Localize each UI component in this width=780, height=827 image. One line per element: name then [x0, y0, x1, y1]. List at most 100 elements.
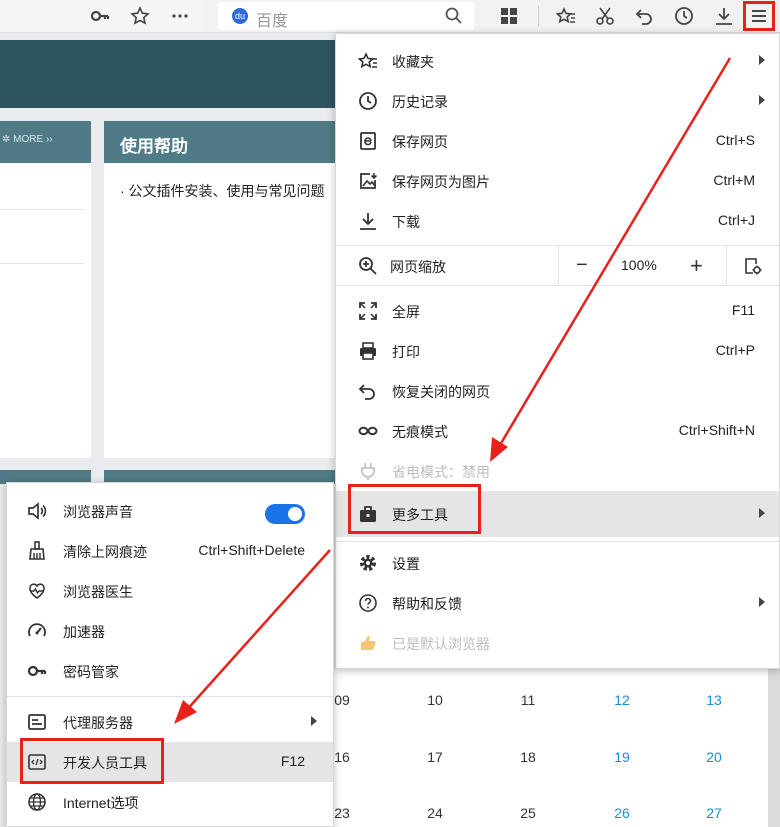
calendar-day[interactable]: 25	[508, 805, 548, 821]
undo-icon[interactable]	[633, 4, 657, 28]
calendar-day[interactable]: 13	[694, 692, 734, 708]
submenu-item-label: 浏览器医生	[63, 584, 133, 600]
calendar-day[interactable]: 10	[415, 692, 455, 708]
sound-toggle[interactable]	[265, 504, 305, 524]
help-panel-header: 使用帮助	[104, 121, 340, 163]
key-icon[interactable]	[88, 4, 112, 28]
shortcut-label: F12	[280, 753, 305, 769]
menu-item-label: 帮助和反馈	[392, 596, 462, 612]
menu-item-zoom: 网页缩放 − 100% +	[336, 246, 779, 286]
menu-item-label: 设置	[392, 556, 420, 572]
shortcut-label: Ctrl+M	[713, 172, 755, 188]
calendar-day[interactable]: 18	[508, 749, 548, 765]
submenu-item-proxy-server[interactable]: 代理服务器	[7, 702, 333, 742]
submenu-item-label: 浏览器声音	[63, 504, 133, 520]
scissors-icon[interactable]	[593, 4, 617, 28]
zoom-out-button[interactable]: −	[576, 254, 588, 277]
history-icon[interactable]	[672, 4, 696, 28]
undo-icon	[358, 381, 378, 401]
calendar-day[interactable]: 12	[602, 692, 642, 708]
menu-item-history[interactable]: 历史记录	[336, 81, 779, 121]
chevron-right-icon	[759, 95, 765, 105]
submenu-item-label: 密码管家	[63, 664, 119, 680]
globe-icon	[27, 792, 47, 812]
menu-item-label: 无痕模式	[392, 424, 448, 440]
menu-item-label: 网页缩放	[390, 259, 446, 275]
help-panel-body: · 公文插件安装、使用与常见问题	[104, 163, 340, 458]
menu-item-label: 保存网页为图片	[392, 174, 490, 190]
chevron-right-icon	[311, 716, 317, 726]
chevron-right-icon	[759, 597, 765, 607]
speaker-icon	[27, 501, 47, 521]
menu-item-label: 已是默认浏览器	[392, 636, 490, 652]
highlight-dev-tools	[20, 738, 164, 784]
search-icon[interactable]	[444, 6, 464, 29]
submenu-item-browser-doctor[interactable]: 浏览器医生	[7, 571, 333, 611]
submenu-item-password-manager[interactable]: 密码管家	[7, 651, 333, 691]
menu-item-restore-closed[interactable]: 恢复关闭的网页	[336, 371, 779, 411]
zoom-icon	[358, 256, 378, 276]
submenu-item-internet-options[interactable]: Internet选项	[7, 782, 333, 822]
page-banner	[0, 40, 340, 108]
menu-item-label: 保存网页	[392, 134, 448, 150]
chevron-right-icon	[759, 508, 765, 518]
toolbar-divider	[538, 6, 539, 26]
calendar-day[interactable]: 24	[415, 805, 455, 821]
menu-item-incognito[interactable]: 无痕模式 Ctrl+Shift+N	[336, 411, 779, 451]
menu-divider	[7, 696, 333, 697]
shortcut-label: Ctrl+S	[715, 132, 755, 148]
main-menu: 收藏夹 历史记录 保存网页 Ctrl+S 保存网页为图片 Ctrl+M 下载 C…	[335, 33, 780, 669]
menu-item-favorites[interactable]: 收藏夹	[336, 41, 779, 81]
menu-item-fullscreen[interactable]: 全屏 F11	[336, 291, 779, 331]
menu-item-default-browser: 已是默认浏览器	[336, 623, 779, 663]
menu-item-label: 全屏	[392, 304, 420, 320]
menu-item-label: 省电模式：禁用	[392, 464, 490, 480]
menu-item-settings[interactable]: 设置	[336, 543, 779, 583]
news-panel-body	[0, 163, 91, 458]
calendar-day[interactable]: 20	[694, 749, 734, 765]
grid-icon[interactable]	[497, 4, 521, 28]
shortcut-label: Ctrl+J	[718, 212, 755, 228]
calendar-day[interactable]: 11	[508, 692, 548, 708]
submenu-item-label: 代理服务器	[63, 715, 133, 731]
more-icon[interactable]	[168, 4, 192, 28]
menu-item-print[interactable]: 打印 Ctrl+P	[336, 331, 779, 371]
submenu-item-label: Internet选项	[63, 795, 139, 811]
menu-divider	[336, 541, 779, 542]
zoom-in-button[interactable]: +	[690, 253, 703, 279]
save-image-icon	[358, 171, 378, 191]
heart-pulse-icon	[27, 581, 47, 601]
menu-item-save-as-image[interactable]: 保存网页为图片 Ctrl+M	[336, 161, 779, 201]
download-icon[interactable]	[712, 4, 736, 28]
help-item-link[interactable]: · 公文插件安装、使用与常见问题	[120, 181, 325, 201]
shortcut-label: F11	[731, 302, 755, 318]
chevron-right-icon	[759, 55, 765, 65]
calendar-day[interactable]: 19	[602, 749, 642, 765]
page-scrollbar[interactable]	[768, 669, 780, 827]
calendar-day[interactable]: 27	[694, 805, 734, 821]
menu-item-help-feedback[interactable]: 帮助和反馈	[336, 583, 779, 623]
star-icon[interactable]	[128, 4, 152, 28]
incognito-icon	[358, 421, 378, 441]
menu-divider	[336, 285, 779, 286]
calendar-day[interactable]: 26	[602, 805, 642, 821]
menu-item-downloads[interactable]: 下载 Ctrl+J	[336, 201, 779, 241]
broom-icon	[27, 541, 47, 561]
highlight-more-tools	[348, 484, 481, 534]
more-link[interactable]: ✲ MORE ››	[2, 134, 53, 145]
help-icon	[358, 593, 378, 613]
zoom-settings-button[interactable]	[726, 246, 780, 286]
search-box[interactable]: du 百度	[218, 2, 474, 30]
speedometer-icon	[27, 621, 47, 641]
menu-item-save-page[interactable]: 保存网页 Ctrl+S	[336, 121, 779, 161]
help-panel-title: 使用帮助	[120, 137, 188, 156]
search-engine-label: 百度	[256, 13, 289, 30]
proxy-icon	[27, 712, 47, 732]
calendar-day[interactable]: 17	[415, 749, 455, 765]
submenu-item-browser-sound[interactable]: 浏览器声音	[7, 491, 333, 531]
zoom-level: 100%	[621, 257, 657, 273]
submenu-item-clear-traces[interactable]: 清除上网痕迹 Ctrl+Shift+Delete	[7, 531, 333, 571]
baidu-icon: du	[232, 8, 248, 24]
submenu-item-accelerator[interactable]: 加速器	[7, 611, 333, 651]
favorites-icon[interactable]	[554, 4, 578, 28]
